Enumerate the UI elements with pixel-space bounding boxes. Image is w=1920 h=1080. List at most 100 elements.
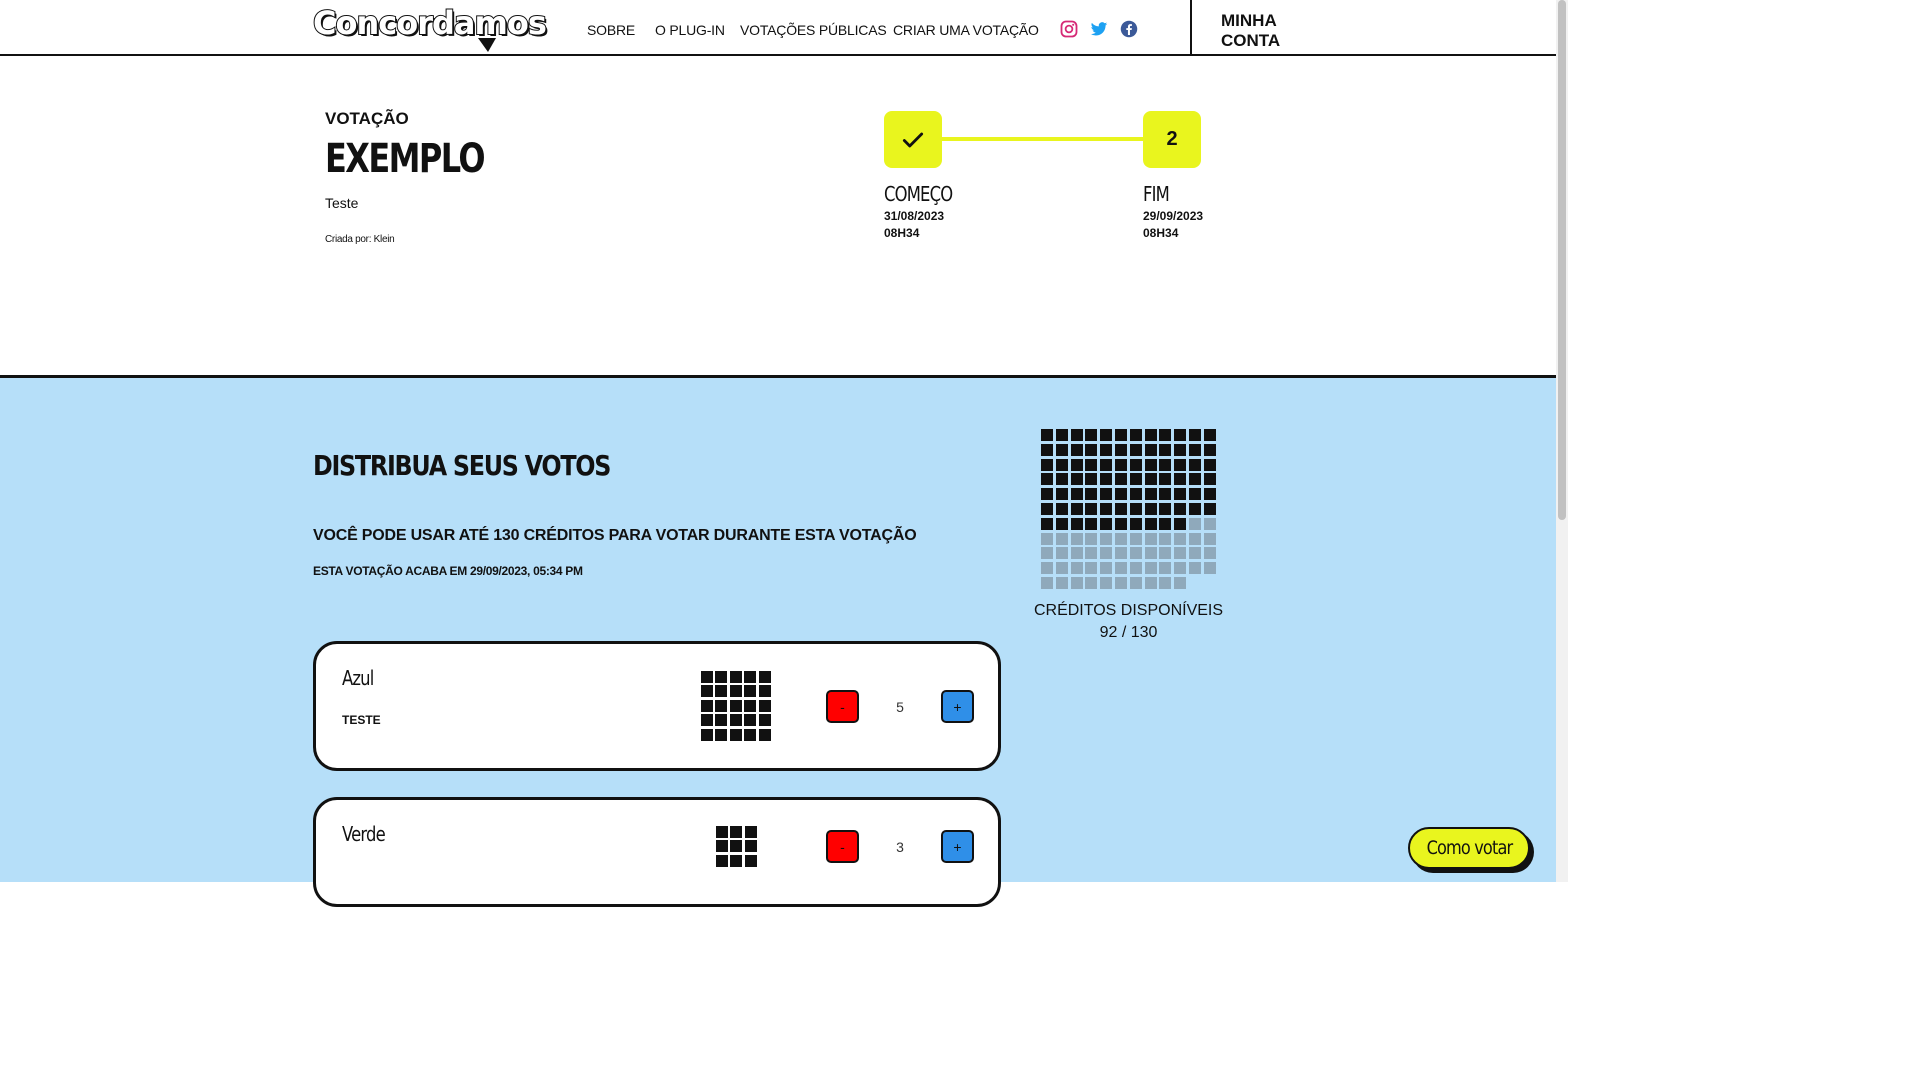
distribution-title: DISTRIBUA SEUS VOTOS	[313, 449, 611, 482]
credit-used-square	[1203, 473, 1216, 486]
instagram-icon[interactable]	[1060, 20, 1078, 38]
vote-credit-square	[716, 826, 728, 838]
credit-available-square	[1100, 532, 1113, 545]
nav-sobre[interactable]: SOBRE	[587, 22, 635, 38]
credit-used-square	[1159, 517, 1172, 530]
credit-used-square	[1070, 517, 1083, 530]
credit-used-square	[1041, 473, 1053, 486]
credit-used-square	[1129, 502, 1142, 515]
vote-credit-square	[758, 699, 771, 712]
vote-count: 3	[896, 839, 904, 855]
voting-creator: Criada por: Klein	[325, 234, 395, 245]
voting-ends-info: ESTA VOTAÇÃO ACABA EM 29/09/2023, 05:34 …	[313, 564, 583, 578]
credit-available-square	[1041, 532, 1053, 545]
credit-available-square	[1203, 562, 1216, 575]
voting-title: EXEMPLO	[325, 136, 486, 182]
nav-criar-votacao[interactable]: CRIAR UMA VOTAÇÃO	[893, 22, 1039, 38]
credit-used-square	[1085, 429, 1098, 441]
credit-available-square	[1188, 517, 1201, 530]
credit-used-square	[1174, 517, 1187, 530]
page-scrollbar[interactable]	[1556, 0, 1568, 882]
credit-available-square	[1041, 576, 1053, 589]
credit-available-square	[1041, 562, 1053, 575]
credit-used-square	[1041, 443, 1053, 456]
credit-used-square	[1085, 473, 1098, 486]
site-logo[interactable]: Concordamos	[312, 3, 548, 43]
nav-votacoes-publicas[interactable]: VOTAÇÕES PÚBLICAS	[740, 22, 887, 38]
credit-used-square	[1129, 458, 1142, 471]
credit-available-square	[1114, 547, 1127, 560]
decrease-vote-button[interactable]: -	[826, 830, 859, 863]
credit-available-square	[1188, 547, 1201, 560]
timeline-start-time: 08H34	[884, 226, 920, 240]
vote-credit-square	[701, 685, 713, 698]
vote-credit-square	[715, 671, 728, 683]
credit-used-square	[1114, 502, 1127, 515]
decrease-vote-button[interactable]: -	[826, 690, 859, 723]
timeline-end-time: 08H34	[1143, 226, 1179, 240]
credit-used-square	[1100, 517, 1113, 530]
nav-plugin[interactable]: O PLUG-IN	[655, 22, 725, 38]
twitter-icon[interactable]	[1089, 20, 1109, 38]
credit-used-square	[1114, 473, 1127, 486]
credit-used-square	[1100, 429, 1113, 441]
facebook-icon[interactable]	[1120, 20, 1138, 38]
credit-used-square	[1129, 517, 1142, 530]
my-account-link[interactable]: MINHA CONTA	[1221, 11, 1280, 51]
vote-credit-square	[758, 728, 771, 741]
header-divider	[1190, 0, 1192, 56]
credit-used-square	[1055, 473, 1068, 486]
vote-credit-square	[730, 854, 743, 867]
credit-used-square	[1159, 502, 1172, 515]
credit-available-square	[1055, 547, 1068, 560]
credit-available-square	[1159, 562, 1172, 575]
vote-credit-square	[730, 840, 743, 853]
credit-available-square	[1203, 547, 1216, 560]
vote-credit-square	[758, 685, 771, 698]
credit-available-square	[1055, 562, 1068, 575]
credit-used-square	[1055, 429, 1068, 441]
credit-used-square	[1129, 488, 1142, 501]
credits-label: CRÉDITOS DISPONÍVEIS	[1033, 602, 1224, 619]
credit-available-square	[1203, 532, 1216, 545]
scrollbar-thumb[interactable]	[1558, 0, 1566, 520]
credit-used-square	[1085, 443, 1098, 456]
credit-available-square	[1144, 562, 1157, 575]
voting-description: Teste	[325, 195, 359, 211]
credit-used-square	[1041, 502, 1053, 515]
credit-used-square	[1144, 429, 1157, 441]
credit-available-square	[1203, 517, 1216, 530]
credits-info: VOCÊ PODE USAR ATÉ 130 CRÉDITOS PARA VOT…	[313, 527, 917, 544]
credit-available-square	[1070, 576, 1083, 589]
credit-used-square	[1114, 443, 1127, 456]
credit-used-square	[1159, 429, 1172, 441]
credit-available-square	[1174, 576, 1187, 589]
credit-used-square	[1174, 429, 1187, 441]
credit-used-square	[1100, 443, 1113, 456]
vote-credit-square	[701, 699, 713, 712]
credit-used-square	[1159, 443, 1172, 456]
credit-available-square	[1114, 532, 1127, 545]
vote-credit-square	[716, 840, 728, 853]
how-to-vote-button[interactable]: Como votar	[1408, 827, 1530, 869]
credit-used-square	[1144, 473, 1157, 486]
timeline-start-box	[884, 111, 942, 168]
credit-used-square	[1144, 517, 1157, 530]
vote-credit-square	[716, 854, 728, 867]
vote-credit-square	[715, 685, 728, 698]
vote-credit-square	[729, 671, 742, 683]
increase-vote-button[interactable]: +	[941, 690, 974, 723]
option-name: Azul	[342, 666, 374, 690]
credit-used-square	[1188, 443, 1201, 456]
increase-vote-button[interactable]: +	[941, 830, 974, 863]
credit-available-square	[1129, 576, 1142, 589]
credit-used-square	[1100, 458, 1113, 471]
credit-available-square	[1055, 532, 1068, 545]
vote-credit-square	[715, 699, 728, 712]
credit-available-square	[1085, 547, 1098, 560]
vote-credit-square	[729, 714, 742, 727]
credits-grid	[1041, 429, 1219, 589]
vote-credit-square	[715, 714, 728, 727]
vote-credit-square	[744, 714, 757, 727]
how-to-vote-label: Como votar	[1426, 837, 1513, 859]
